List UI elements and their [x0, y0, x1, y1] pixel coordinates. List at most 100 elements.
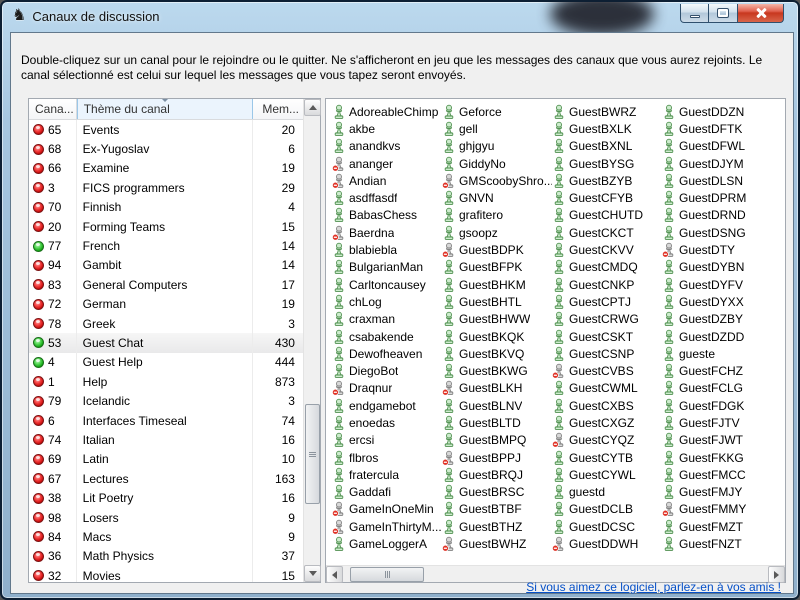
user-item[interactable]: GuestFJTV — [662, 414, 772, 431]
user-item[interactable]: GuestBLTD — [442, 414, 552, 431]
user-item[interactable]: GuestBYSG — [552, 155, 662, 172]
channel-row[interactable]: 70 Finnish 4 — [29, 198, 303, 217]
user-item[interactable]: GuestCXBS — [552, 397, 662, 414]
titlebar[interactable]: ♞ Canaux de discussion — [2, 2, 798, 32]
channel-row[interactable]: 53 Guest Chat 430 — [29, 333, 303, 352]
user-item[interactable]: GuestDFTK — [662, 120, 772, 137]
channels-vertical-scrollbar[interactable] — [303, 99, 320, 582]
user-item[interactable]: GuestDZBY — [662, 311, 772, 328]
user-item[interactable]: GuestBXLK — [552, 120, 662, 137]
user-item[interactable]: GuestCYQZ — [552, 432, 662, 449]
user-item[interactable]: GuestBZYB — [552, 172, 662, 189]
channel-row[interactable]: 72 German 19 — [29, 295, 303, 314]
user-item[interactable]: GuestFNZT — [662, 535, 772, 552]
user-item[interactable]: GuestFMZT — [662, 518, 772, 535]
user-item[interactable]: GuestDYBN — [662, 259, 772, 276]
user-item[interactable]: Carltoncausey — [332, 276, 442, 293]
user-item[interactable]: Baerdna — [332, 224, 442, 241]
user-item[interactable]: GuestBLNV — [442, 397, 552, 414]
user-item[interactable]: GuestCHUTD — [552, 207, 662, 224]
user-item[interactable]: GuestCMDQ — [552, 259, 662, 276]
user-item[interactable]: GuestCVBS — [552, 362, 662, 379]
user-item[interactable]: GuestBRSC — [442, 484, 552, 501]
column-header-members[interactable]: Mem... — [253, 99, 303, 119]
user-item[interactable]: GuestDCLB — [552, 501, 662, 518]
user-item[interactable]: GuestDFWL — [662, 138, 772, 155]
user-item[interactable]: GuestBHTL — [442, 293, 552, 310]
channel-row[interactable]: 3 FICS programmers 29 — [29, 178, 303, 197]
user-item[interactable]: craxman — [332, 311, 442, 328]
channel-row[interactable]: 6 Interfaces Timeseal 74 — [29, 411, 303, 430]
user-item[interactable]: GuestFDGK — [662, 397, 772, 414]
channel-row[interactable]: 38 Lit Poetry 16 — [29, 488, 303, 507]
user-item[interactable]: GuestDCSC — [552, 518, 662, 535]
user-item[interactable]: GuestCSKT — [552, 328, 662, 345]
share-software-link[interactable]: Si vous aimez ce logiciel, parlez-en à v… — [526, 580, 781, 594]
user-item[interactable]: Gaddafi — [332, 484, 442, 501]
column-header-channel[interactable]: Cana... — [29, 99, 77, 119]
user-item[interactable]: BabasChess — [332, 207, 442, 224]
user-item[interactable]: GuestBKQK — [442, 328, 552, 345]
channel-row[interactable]: 78 Greek 3 — [29, 314, 303, 333]
vertical-scroll-thumb[interactable] — [305, 404, 320, 504]
user-item[interactable]: GuestBKWG — [442, 362, 552, 379]
user-item[interactable]: endgamebot — [332, 397, 442, 414]
user-item[interactable]: GuestBTHZ — [442, 518, 552, 535]
channel-row[interactable]: 1 Help 873 — [29, 372, 303, 391]
scroll-down-button[interactable] — [304, 565, 321, 582]
channel-row[interactable]: 66 Examine 19 — [29, 159, 303, 178]
user-item[interactable]: GuestCKVV — [552, 241, 662, 258]
user-item[interactable]: Dewofheaven — [332, 345, 442, 362]
maximize-button[interactable] — [709, 4, 737, 23]
user-item[interactable]: guestd — [552, 484, 662, 501]
user-item[interactable]: flbros — [332, 449, 442, 466]
user-item[interactable]: GuestDDWH — [552, 535, 662, 552]
user-item[interactable]: enoedas — [332, 414, 442, 431]
user-item[interactable]: GameLoggerA — [332, 535, 442, 552]
user-item[interactable]: GuestDSNG — [662, 224, 772, 241]
channel-row[interactable]: 65 Events 20 — [29, 120, 303, 139]
channel-row[interactable]: 84 Macs 9 — [29, 527, 303, 546]
user-item[interactable]: GuestCKCT — [552, 224, 662, 241]
channel-row[interactable]: 32 Movies 15 — [29, 566, 303, 582]
channel-row[interactable]: 77 French 14 — [29, 236, 303, 255]
user-item[interactable]: GuestBXNL — [552, 138, 662, 155]
user-item[interactable]: AdoreableChimp — [332, 103, 442, 120]
user-item[interactable]: GiddyNo — [442, 155, 552, 172]
user-item[interactable]: GuestCSNP — [552, 345, 662, 362]
user-item[interactable]: GuestDDZN — [662, 103, 772, 120]
user-item[interactable]: GuestDPRM — [662, 189, 772, 206]
minimize-button[interactable] — [680, 4, 709, 23]
user-item[interactable]: DiegoBot — [332, 362, 442, 379]
channel-row[interactable]: 67 Lectures 163 — [29, 469, 303, 488]
user-item[interactable]: gell — [442, 120, 552, 137]
user-item[interactable]: GuestDZDD — [662, 328, 772, 345]
user-item[interactable]: GuestBHWW — [442, 311, 552, 328]
user-item[interactable]: GuestDRND — [662, 207, 772, 224]
user-item[interactable]: BulgarianMan — [332, 259, 442, 276]
user-item[interactable]: akbe — [332, 120, 442, 137]
user-item[interactable]: GuestFMCC — [662, 466, 772, 483]
user-item[interactable]: GuestDTY — [662, 241, 772, 258]
user-item[interactable]: GuestBHKM — [442, 276, 552, 293]
user-item[interactable]: GuestFMMY — [662, 501, 772, 518]
user-item[interactable]: GuestBTBF — [442, 501, 552, 518]
channel-row[interactable]: 83 General Computers 17 — [29, 275, 303, 294]
user-item[interactable]: GuestCYWL — [552, 466, 662, 483]
user-item[interactable]: GuestFJWT — [662, 432, 772, 449]
user-item[interactable]: GuestDJYM — [662, 155, 772, 172]
user-item[interactable]: GuestDYFV — [662, 276, 772, 293]
user-item[interactable]: GuestBLKH — [442, 380, 552, 397]
user-item[interactable]: GuestFCLG — [662, 380, 772, 397]
user-item[interactable]: GuestCRWG — [552, 311, 662, 328]
user-item[interactable]: GameInThirtyM... — [332, 518, 442, 535]
user-item[interactable]: GuestBKVQ — [442, 345, 552, 362]
user-item[interactable]: GameInOneMin — [332, 501, 442, 518]
user-item[interactable]: GMScoobyShro... — [442, 172, 552, 189]
user-item[interactable]: GuestBPPJ — [442, 449, 552, 466]
user-item[interactable]: Draqnur — [332, 380, 442, 397]
user-item[interactable]: ercsi — [332, 432, 442, 449]
user-item[interactable]: GuestCXGZ — [552, 414, 662, 431]
user-item[interactable]: chLog — [332, 293, 442, 310]
user-item[interactable]: GNVN — [442, 189, 552, 206]
